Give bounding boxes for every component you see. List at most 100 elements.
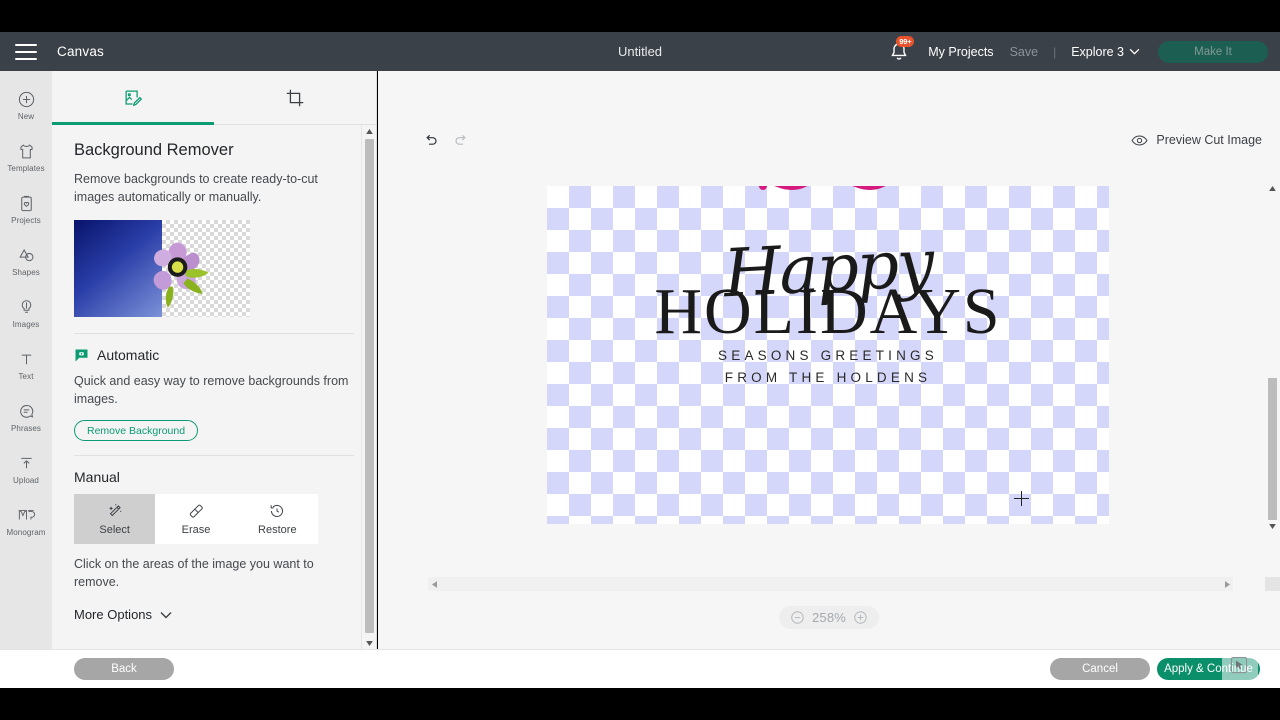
automatic-wand-icon [75,349,88,361]
automatic-title: Automatic [97,347,160,363]
upload-arrow-icon [20,457,32,468]
header-divider: | [1053,44,1057,59]
hamburger-icon[interactable] [15,43,37,60]
sidebar-item-label: Monogram [6,527,46,537]
before-after-thumbnail [74,220,250,317]
sidebar-item-phrases[interactable]: Phrases [0,391,52,443]
sidebar-item-label: Text [18,371,34,381]
panel-scroll-thumb[interactable] [365,139,374,633]
redo-button[interactable] [453,133,469,154]
canvas-scroll-right-button[interactable] [1221,577,1233,591]
tab-crop[interactable] [214,71,376,124]
canvas-vertical-scrollbar[interactable] [1265,182,1280,532]
zoom-out-button[interactable] [790,610,805,625]
shapes-icon [18,248,33,261]
explore-dropdown[interactable]: Explore 3 [1063,45,1148,59]
sidebar-item-text[interactable]: Text [0,339,52,391]
undo-arrow-icon [426,134,437,145]
notifications-badge: 99+ [896,35,915,47]
canvas-scroll-up-button[interactable] [1265,182,1280,194]
monogram-icon [18,509,35,519]
sidebar-item-templates[interactable]: Templates [0,131,52,183]
manual-title: Manual [74,469,120,485]
bottom-action-bar: Back Cancel Apply & Continue [0,649,1280,688]
back-button[interactable]: Back [74,658,174,680]
panel-scroll-up-button[interactable] [362,125,376,137]
sidebar-item-label: New [17,111,35,121]
caret-left-icon [431,580,437,588]
image-edit-icon [125,89,143,106]
make-it-button[interactable]: Make It [1158,40,1268,63]
lightbulb-icon [21,299,31,313]
caret-down-icon [1269,523,1276,529]
save-button[interactable]: Save [1002,45,1047,59]
more-options-toggle[interactable]: More Options [74,607,354,622]
panel-divider [74,333,354,334]
speech-bubble-icon [19,404,33,418]
flower-illustration-icon [153,242,209,308]
sidebar-item-projects[interactable]: Projects [0,183,52,235]
sidebar-item-new[interactable]: New [0,79,52,131]
crop-icon [286,89,304,106]
pink-accent-shape [759,186,886,190]
scrollbar-corner [1265,577,1280,591]
tool-label: Select [99,524,130,536]
tool-restore[interactable]: Restore [236,494,318,544]
automatic-section-header: Automatic [74,347,354,363]
canvas-workspace: Preview Cut Image Happy HOLIDAYS SEASONS… [378,71,1280,649]
zoom-in-button[interactable] [853,610,868,625]
eraser-icon [189,504,203,518]
manual-tool-group: Select Erase Restore [74,494,318,544]
sidebar-item-label: Phrases [10,423,42,433]
more-options-label: More Options [74,607,153,622]
chevron-down-icon [1129,48,1140,55]
panel-title: Background Remover [74,141,234,159]
magic-wand-icon [108,504,121,517]
sidebar-item-label: Images [12,319,40,329]
preview-cut-image-label: Preview Cut Image [1156,133,1262,147]
tool-erase[interactable]: Erase [155,494,237,544]
panel-divider-2 [74,455,354,456]
canvas-scroll-down-button[interactable] [1265,520,1280,532]
panel-tab-strip [52,71,376,125]
left-sidebar-rail: New Templates Projects Shapes Images Tex… [0,71,52,649]
caret-up-icon [1269,185,1276,191]
canvas-vertical-scroll-thumb[interactable] [1268,378,1277,520]
remove-background-button[interactable]: Remove Background [74,420,199,441]
panel-scrollbar[interactable] [361,125,376,649]
panel-scroll-down-button[interactable] [362,637,376,649]
cursor-overlay [1222,650,1258,681]
eye-icon [1131,135,1148,145]
tab-edit-image[interactable] [52,71,214,125]
sidebar-item-label: Upload [13,475,39,485]
redo-arrow-icon [455,134,466,145]
top-header-bar: Canvas Untitled 99+ My Projects Save | E… [0,32,1280,71]
sidebar-item-monogram[interactable]: Monogram [0,495,52,547]
sidebar-item-images[interactable]: Images [0,287,52,339]
caret-up-icon [366,128,373,134]
sidebar-item-label: Shapes [12,267,40,277]
canvas-horizontal-scrollbar[interactable] [428,577,1233,591]
notifications-button[interactable]: 99+ [886,35,915,65]
canvas-scroll-left-button[interactable] [428,577,440,591]
cursor-pointer-icon [1230,656,1248,674]
preview-cut-image-button[interactable]: Preview Cut Image [1131,133,1262,147]
artboard[interactable]: Happy HOLIDAYS SEASONS GREETINGS FROM TH… [547,186,1109,524]
tool-select[interactable]: Select [74,494,156,544]
cancel-button[interactable]: Cancel [1050,658,1150,680]
explore-label: Explore 3 [1071,44,1124,59]
panel-content: Background Remover Remove backgrounds to… [52,125,376,649]
clipboard-heart-icon [20,195,32,211]
zoom-control: 258% [778,606,880,629]
sidebar-item-label: Projects [11,215,41,225]
my-projects-link[interactable]: My Projects [920,45,1001,59]
undo-button[interactable] [423,133,439,154]
panel-description: Remove backgrounds to create ready-to-cu… [74,172,318,204]
sidebar-item-label: Templates [7,163,45,173]
sidebar-item-shapes[interactable]: Shapes [0,235,52,287]
zoom-value: 258% [811,610,847,625]
automatic-description: Quick and easy way to remove backgrounds… [74,374,349,406]
manual-hint: Click on the areas of the image you want… [74,557,314,589]
sidebar-item-upload[interactable]: Upload [0,443,52,495]
plus-circle-icon [18,91,34,107]
